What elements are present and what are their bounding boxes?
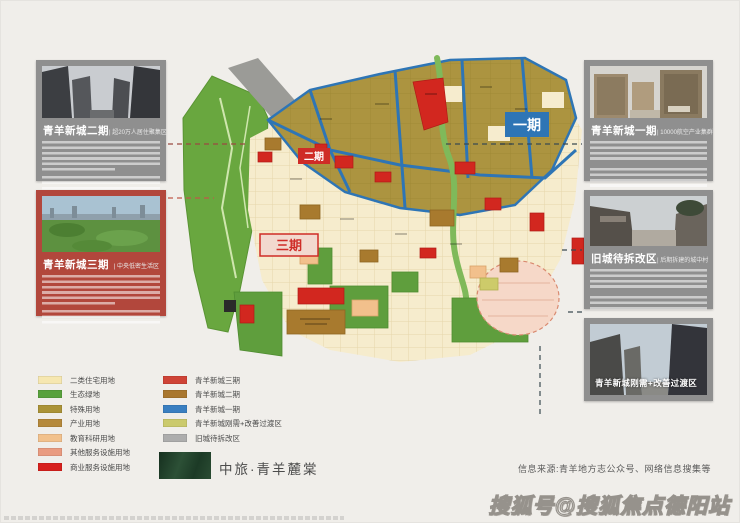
- card-transition: 青羊新城刚需+改善过渡区: [584, 318, 713, 401]
- legend-label: 生态绿地: [70, 389, 100, 400]
- legend-label: 特殊用地: [70, 404, 100, 415]
- card-phase3: 青羊新城三期 | 中央低密生活区: [36, 190, 166, 316]
- legend-item-land-5: 其他服务设施用地: [38, 447, 130, 457]
- card-phase3-subtitle: | 中央低密生活区: [114, 261, 159, 270]
- legend-item-land-0: 二类住宅用地: [38, 375, 115, 385]
- legend-item-land-1: 生态绿地: [38, 389, 100, 399]
- legend-swatch: [38, 376, 62, 384]
- legend-swatch: [163, 419, 187, 427]
- svg-text:二期: 二期: [304, 150, 324, 163]
- card-phase2-subtitle: | 超20万人居住聚集区: [109, 127, 167, 136]
- sohu-watermark: 搜狐号@搜狐焦点德阳站: [489, 490, 730, 520]
- card-oldtown: 旧城待拆改区 | 后期拆建的城中村: [584, 190, 713, 309]
- legend-label: 青羊新城二期: [195, 389, 240, 400]
- legend-item-zone-0: 青羊新城三期: [163, 375, 240, 385]
- poster-canvas: 一期 二期 三期 青羊新城二期 | 超20万人居住聚集区: [0, 0, 740, 523]
- legend-label: 青羊新城三期: [195, 375, 240, 386]
- legend-swatch: [163, 434, 187, 442]
- legend-item-zone-4: 旧城待拆改区: [163, 433, 240, 443]
- card-oldtown-text: [590, 269, 707, 290]
- card-phase1-title: 青羊新城一期: [591, 123, 657, 138]
- card-phase3-text: [42, 275, 160, 302]
- fineprint-line: [4, 516, 344, 520]
- project-name: 中旅·青羊麓棠: [219, 458, 319, 478]
- legend-label: 二类住宅用地: [70, 375, 115, 386]
- developer-logo-image: [159, 452, 211, 479]
- card-transition-caption: 青羊新城刚需+改善过渡区: [595, 377, 697, 389]
- map-phase1-label: 一期: [505, 112, 549, 137]
- legend-swatch: [163, 390, 187, 398]
- legend-swatch: [38, 390, 62, 398]
- legend-swatch: [163, 405, 187, 413]
- legend-item-zone-1: 青羊新城二期: [163, 389, 240, 399]
- svg-text:三期: 三期: [276, 238, 302, 253]
- legend-swatch: [38, 419, 62, 427]
- legend-item-zone-3: 青羊新城刚需+改善过渡区: [163, 418, 282, 428]
- legend-item-land-2: 特殊用地: [38, 404, 100, 414]
- legend-label: 旧城待拆改区: [195, 433, 240, 444]
- card-oldtown-title: 旧城待拆改区: [591, 251, 657, 266]
- phase3-photo: [42, 196, 160, 252]
- svg-text:一期: 一期: [513, 117, 541, 133]
- legend-label: 其他服务设施用地: [70, 447, 130, 458]
- legend-swatch: [38, 463, 62, 471]
- map-phase3-label: 三期: [260, 234, 318, 256]
- legend-label: 产业用地: [70, 418, 100, 429]
- legend-label: 商业服务设施用地: [70, 462, 130, 473]
- legend-swatch: [38, 448, 62, 456]
- oldtown-photo: [590, 196, 707, 246]
- card-phase2-text: [42, 141, 160, 168]
- phase1-photo: [590, 66, 707, 118]
- map-phase2-label: 二期: [298, 148, 330, 164]
- legend-item-land-6: 商业服务设施用地: [38, 462, 130, 472]
- legend-swatch: [38, 405, 62, 413]
- legend-label: 教育科研用地: [70, 433, 115, 444]
- legend-swatch: [163, 376, 187, 384]
- landuse-map: 一期 二期 三期: [170, 48, 590, 388]
- legend-label: 青羊新城一期: [195, 404, 240, 415]
- legend-item-zone-2: 青羊新城一期: [163, 404, 240, 414]
- card-phase2-title: 青羊新城二期: [43, 123, 109, 138]
- legend-label: 青羊新城刚需+改善过渡区: [195, 418, 282, 429]
- legend-item-land-3: 产业用地: [38, 418, 100, 428]
- phase2-photo: [42, 66, 160, 118]
- card-phase1-subtitle: | 10000航空产业集群: [657, 127, 713, 136]
- card-phase1: 青羊新城一期 | 10000航空产业集群: [584, 60, 713, 181]
- legend-item-land-4: 教育科研用地: [38, 433, 115, 443]
- card-phase3-title: 青羊新城三期: [43, 257, 109, 272]
- card-oldtown-subtitle: | 后期拆建的城中村: [657, 255, 708, 264]
- card-phase2: 青羊新城二期 | 超20万人居住聚集区: [36, 60, 166, 181]
- source-note: 信息来源:青羊地方志公众号、网络信息搜集等: [518, 462, 711, 475]
- legend-swatch: [38, 434, 62, 442]
- card-phase1-text: [590, 141, 707, 162]
